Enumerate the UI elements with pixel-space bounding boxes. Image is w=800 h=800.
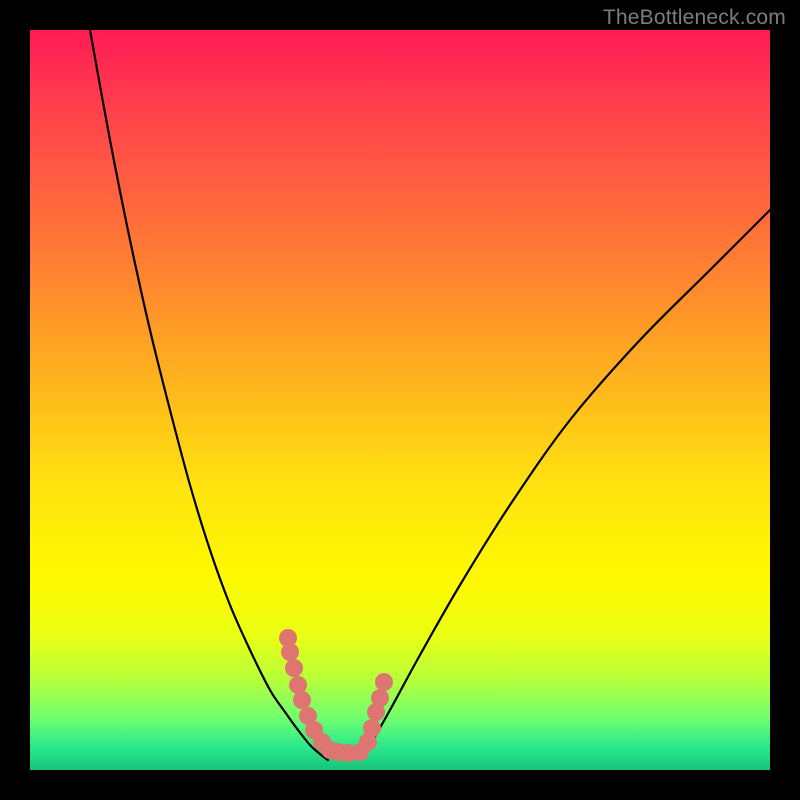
plot-area — [30, 30, 770, 770]
watermark-text: TheBottleneck.com — [603, 6, 786, 30]
chart-frame: TheBottleneck.com — [0, 0, 800, 800]
right-curve — [360, 210, 770, 760]
left-curve — [90, 30, 328, 760]
curve-layer — [30, 30, 770, 770]
